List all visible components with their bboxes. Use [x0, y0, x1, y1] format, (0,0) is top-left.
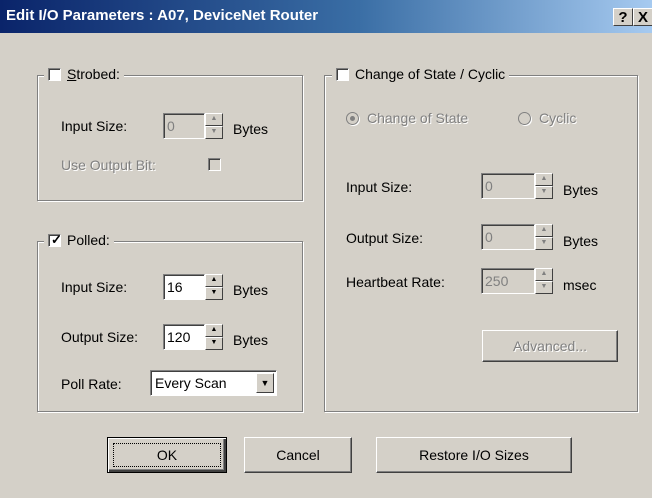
- polled-label: Polled:: [67, 232, 110, 248]
- spin-up-icon[interactable]: ▲: [535, 173, 553, 186]
- spin-down-icon[interactable]: ▼: [205, 337, 223, 350]
- radio-cyclic[interactable]: Cyclic: [518, 110, 576, 126]
- cos-output-size-field[interactable]: 0: [481, 224, 535, 250]
- radio-cyclic-label: Cyclic: [539, 110, 577, 126]
- restore-button-label: Restore I/O Sizes: [419, 447, 529, 463]
- strobed-checkbox[interactable]: [48, 67, 61, 81]
- dialog-window: Edit I/O Parameters : A07, DeviceNet Rou…: [0, 0, 652, 498]
- cos-output-size-label: Output Size:: [346, 230, 424, 246]
- cos-output-bytes-label: Bytes: [563, 233, 599, 249]
- polled-input-size-label: Input Size:: [61, 279, 128, 295]
- strobed-input-size-field[interactable]: 0: [163, 113, 205, 139]
- polled-input-bytes-label: Bytes: [233, 282, 269, 298]
- radio-change-of-state[interactable]: Change of State: [346, 110, 468, 126]
- spin-up-icon[interactable]: ▲: [535, 268, 553, 281]
- polled-output-size-label: Output Size:: [61, 329, 139, 345]
- radio-cos-label: Change of State: [367, 110, 469, 126]
- strobed-use-output-bit-checkbox[interactable]: [208, 158, 221, 171]
- spin-down-icon[interactable]: ▼: [535, 281, 553, 294]
- cancel-button[interactable]: Cancel: [244, 437, 352, 473]
- cancel-button-label: Cancel: [276, 447, 320, 463]
- restore-io-sizes-button[interactable]: Restore I/O Sizes: [376, 437, 572, 473]
- spin-down-icon[interactable]: ▼: [535, 237, 553, 250]
- polled-checkbox[interactable]: ✓: [48, 231, 62, 247]
- cos-label: Change of State / Cyclic: [355, 66, 506, 82]
- spin-down-icon[interactable]: ▼: [205, 287, 223, 300]
- poll-rate-label: Poll Rate:: [61, 376, 122, 392]
- cos-input-size-field[interactable]: 0: [481, 173, 535, 199]
- cos-output-size-spinner[interactable]: ▲ ▼: [535, 224, 553, 250]
- cos-input-bytes-label: Bytes: [563, 182, 599, 198]
- spin-up-icon[interactable]: ▲: [205, 113, 223, 126]
- cos-input-size-spinner[interactable]: ▲ ▼: [535, 173, 553, 199]
- strobed-input-size-spinner[interactable]: ▲ ▼: [205, 113, 223, 139]
- strobed-label: Strobed:: [67, 66, 120, 82]
- window-title: Edit I/O Parameters : A07, DeviceNet Rou…: [6, 7, 319, 24]
- strobed-input-size-label: Input Size:: [61, 118, 128, 134]
- chevron-down-icon[interactable]: ▼: [256, 373, 274, 393]
- strobed-bytes-label: Bytes: [233, 121, 269, 137]
- help-button[interactable]: ?: [613, 8, 633, 26]
- radio-icon: [518, 111, 531, 125]
- heartbeat-rate-spinner[interactable]: ▲ ▼: [535, 268, 553, 294]
- polled-output-size-field[interactable]: 120: [163, 324, 205, 350]
- poll-rate-select[interactable]: Every Scan ▼: [150, 370, 277, 396]
- spin-up-icon[interactable]: ▲: [205, 274, 223, 287]
- checkmark-icon: ✓: [51, 231, 62, 247]
- spin-up-icon[interactable]: ▲: [535, 224, 553, 237]
- strobed-use-output-bit-label: Use Output Bit:: [61, 157, 156, 173]
- title-bar[interactable]: Edit I/O Parameters : A07, DeviceNet Rou…: [0, 0, 652, 33]
- advanced-button[interactable]: Advanced...: [482, 330, 618, 362]
- polled-input-size-field[interactable]: 16: [163, 274, 205, 300]
- spin-down-icon[interactable]: ▼: [535, 186, 553, 199]
- strobed-label-text: trobed:: [76, 66, 120, 82]
- poll-rate-value: Every Scan: [155, 375, 227, 391]
- close-button[interactable]: X: [633, 8, 652, 26]
- heartbeat-rate-field[interactable]: 250: [481, 268, 535, 294]
- heartbeat-unit-label: msec: [563, 277, 597, 293]
- polled-output-size-spinner[interactable]: ▲ ▼: [205, 324, 223, 350]
- radio-dot-icon: [350, 115, 355, 121]
- polled-group-header: ✓ Polled:: [44, 232, 114, 248]
- spin-up-icon[interactable]: ▲: [205, 324, 223, 337]
- focus-rect: [113, 443, 221, 467]
- polled-output-bytes-label: Bytes: [233, 332, 269, 348]
- heartbeat-rate-label: Heartbeat Rate:: [346, 274, 445, 290]
- cos-group-header: Change of State / Cyclic: [332, 66, 510, 82]
- polled-input-size-spinner[interactable]: ▲ ▼: [205, 274, 223, 300]
- advanced-button-label: Advanced...: [513, 338, 587, 354]
- strobed-group-header: Strobed:: [44, 66, 124, 82]
- cos-input-size-label: Input Size:: [346, 179, 413, 195]
- cos-checkbox[interactable]: [336, 67, 349, 81]
- radio-icon: [346, 111, 359, 125]
- spin-down-icon[interactable]: ▼: [205, 126, 223, 139]
- ok-button[interactable]: OK: [107, 437, 227, 473]
